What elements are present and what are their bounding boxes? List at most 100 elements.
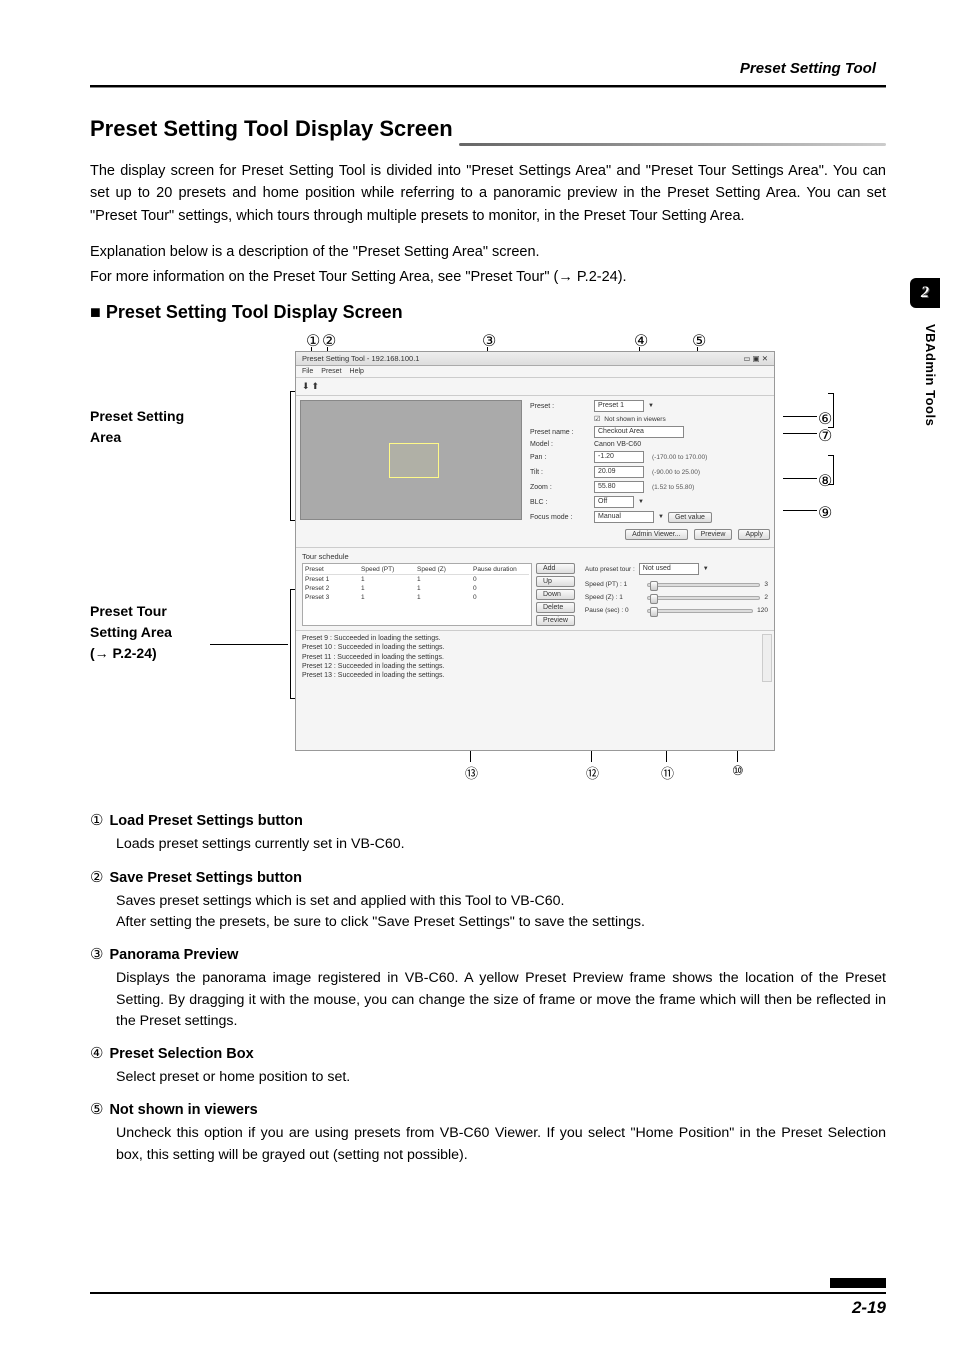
- callout-1: ①: [306, 331, 320, 351]
- screenshot-window: Preset Setting Tool - 192.168.100.1 ▭ ▣ …: [295, 351, 775, 751]
- load-icon[interactable]: ⬇: [302, 381, 310, 392]
- down-button[interactable]: Down: [536, 589, 575, 600]
- table-row[interactable]: Preset 1110: [305, 575, 529, 584]
- pause-max: 120: [757, 607, 768, 614]
- tilt-label: Tilt :: [530, 469, 590, 476]
- tour-schedule-title: Tour schedule: [302, 552, 768, 561]
- footer-tab-icon: [830, 1278, 886, 1288]
- speedpt-slider[interactable]: [647, 583, 760, 587]
- figure-area: ① ② ③ ④ ⑤ ⑥ ⑦ ⑧ ⑨ ⑩ ⑪ ⑫ ⑬ Preset Setting…: [90, 331, 886, 801]
- chapter-tab-text: VBAdmin Tools: [923, 318, 938, 426]
- list-item: ⑤Not shown in viewers Uncheck this optio…: [90, 1100, 886, 1166]
- definition-list: ① Load Preset Settings button Loads prese…: [90, 811, 886, 1166]
- item-num: ④: [90, 1044, 103, 1063]
- lead: [783, 510, 817, 511]
- speedz-slider[interactable]: [647, 596, 760, 600]
- log-line: Preset 12 : Succeeded in loading the set…: [302, 662, 768, 671]
- item-body: Saves preset settings which is set and a…: [116, 891, 886, 934]
- panorama-preview[interactable]: [300, 400, 522, 520]
- item-num: ①: [90, 811, 103, 830]
- auto-tour-select[interactable]: Not used: [639, 563, 699, 575]
- preview-button[interactable]: Preview: [694, 529, 733, 540]
- intro-paragraph-1: The display screen for Preset Setting To…: [90, 160, 886, 227]
- log-line: Preset 9 : Succeeded in loading the sett…: [302, 634, 768, 643]
- pan-range: (-170.00 to 170.00): [652, 454, 707, 461]
- item-num: ③: [90, 945, 103, 964]
- getvalue-button[interactable]: Get value: [668, 512, 712, 523]
- item-num: ②: [90, 868, 103, 887]
- item-num: ⑤: [90, 1100, 103, 1119]
- zoom-input[interactable]: 55.80: [594, 481, 644, 493]
- cell: 1: [417, 594, 473, 601]
- model-label: Model :: [530, 441, 590, 448]
- intro-paragraph-2: Explanation below is a description of th…: [90, 241, 886, 263]
- table-row[interactable]: Preset 3110: [305, 593, 529, 602]
- preview-frame[interactable]: [389, 443, 439, 478]
- pan-label: Pan :: [530, 454, 590, 461]
- menu-preset[interactable]: Preset: [321, 368, 341, 375]
- callout-4: ④: [634, 331, 648, 351]
- bracket-icon: [828, 393, 834, 428]
- apply-button[interactable]: Apply: [738, 529, 770, 540]
- up-button[interactable]: Up: [536, 576, 575, 587]
- tilt-input[interactable]: 20.09: [594, 466, 644, 478]
- zoom-label: Zoom :: [530, 484, 590, 491]
- window-titlebar: Preset Setting Tool - 192.168.100.1 ▭ ▣ …: [296, 352, 774, 366]
- focus-select[interactable]: Manual: [594, 511, 654, 523]
- item-body: Select preset or home position to set.: [116, 1067, 886, 1088]
- speedz-max: 2: [764, 594, 768, 601]
- label-preset-tour-2: Setting Area: [90, 622, 172, 643]
- presetname-label: Preset name :: [530, 429, 590, 436]
- bracket-icon: [828, 455, 834, 485]
- item-body: Uncheck this option if you are using pre…: [116, 1123, 886, 1166]
- list-item: ② Save Preset Settings button Saves prese…: [90, 868, 886, 934]
- callout-3: ③: [482, 331, 496, 351]
- blc-label: BLC :: [530, 499, 590, 506]
- callout-2: ②: [322, 331, 336, 351]
- delete-button[interactable]: Delete: [536, 602, 575, 613]
- window-controls-icon[interactable]: ▭ ▣ ✕: [743, 354, 768, 363]
- menu-help[interactable]: Help: [350, 368, 364, 375]
- callout-5: ⑤: [692, 331, 706, 351]
- add-button[interactable]: Add: [536, 563, 575, 574]
- presetname-input[interactable]: Checkout Area: [594, 426, 684, 438]
- zoom-range: (1.52 to 55.80): [652, 484, 694, 491]
- label-preset-setting-2: Area: [90, 427, 184, 448]
- menu-file[interactable]: File: [302, 368, 313, 375]
- cell: 0: [473, 594, 529, 601]
- speedpt-label: Speed (PT) : 1: [585, 581, 643, 588]
- page-footer: 2-19: [90, 1292, 886, 1318]
- cell: 0: [473, 576, 529, 583]
- cell: Preset 2: [305, 585, 361, 592]
- cell: 1: [361, 594, 417, 601]
- auto-tour-label: Auto preset tour :: [585, 566, 635, 573]
- label-preset-setting-1: Preset Setting: [90, 406, 184, 427]
- pause-label: Pause (sec) : 0: [585, 607, 643, 614]
- label-preset-tour-1: Preset Tour: [90, 601, 172, 622]
- preset-select[interactable]: Preset 1: [594, 400, 644, 412]
- scrollbar[interactable]: [762, 634, 772, 682]
- adminviewer-button[interactable]: Admin Viewer...: [625, 529, 688, 540]
- callout-10: ⑩: [732, 763, 744, 779]
- item-title: Save Preset Settings button: [109, 870, 302, 886]
- pan-input[interactable]: -1.20: [594, 451, 644, 463]
- callout-9: ⑨: [818, 503, 832, 523]
- cell: Preset 3: [305, 594, 361, 601]
- blc-select[interactable]: Off: [594, 496, 634, 508]
- item-title: Load Preset Settings button: [109, 813, 302, 829]
- tour-table: Preset Speed (PT) Speed (Z) Pause durati…: [302, 563, 532, 626]
- cell: 1: [361, 576, 417, 583]
- intro-paragraph-3: For more information on the Preset Tour …: [90, 266, 886, 288]
- focus-label: Focus mode :: [530, 514, 590, 521]
- model-value: Canon VB-C60: [594, 441, 641, 448]
- chapter-num: 2: [910, 284, 940, 302]
- table-row[interactable]: Preset 2110: [305, 584, 529, 593]
- pause-slider[interactable]: [647, 609, 753, 613]
- label-preset-tour-3: (→ P.2-24): [90, 643, 172, 664]
- tour-preview-button[interactable]: Preview: [536, 615, 575, 626]
- header-rule: [90, 85, 886, 88]
- callout-11: ⑪: [661, 763, 674, 782]
- notshown-checkbox[interactable]: ☑: [594, 415, 600, 423]
- item-body: Loads preset settings currently set in V…: [116, 834, 886, 855]
- save-icon[interactable]: ⬆: [312, 381, 320, 392]
